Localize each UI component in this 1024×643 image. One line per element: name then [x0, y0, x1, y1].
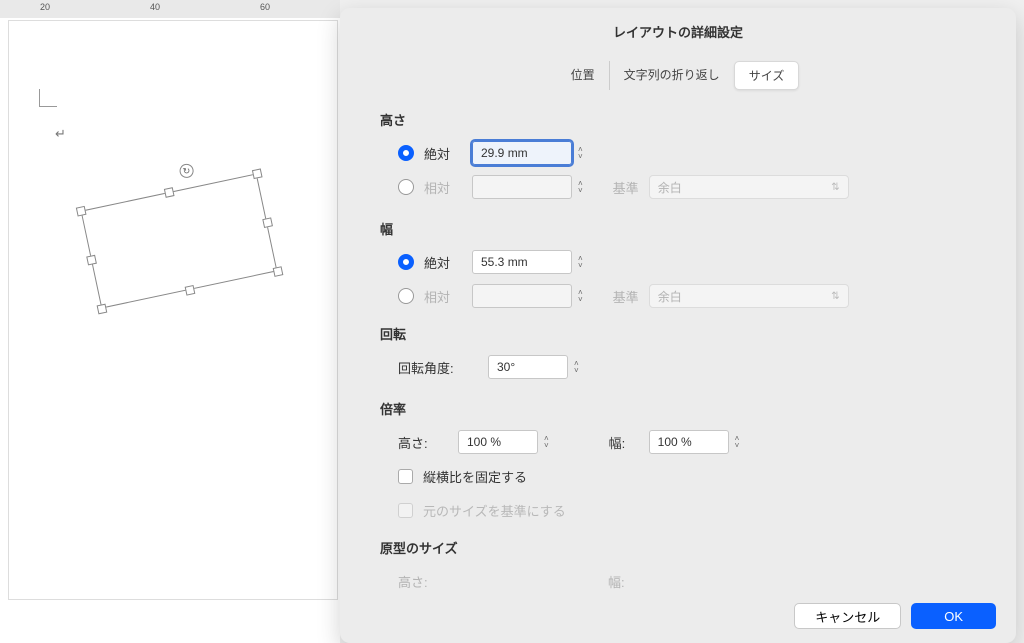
prototype-section-label: 原型のサイズ [380, 538, 986, 557]
height-relative-label: 相対 [424, 178, 472, 197]
proto-width-label: 幅: [608, 572, 648, 590]
resize-handle[interactable] [262, 217, 273, 228]
chevron-down-icon: ˅ [578, 296, 583, 303]
height-absolute-input[interactable] [472, 141, 572, 165]
height-base-label: 基準 [613, 178, 639, 197]
width-absolute-stepper[interactable]: ˄˅ [578, 255, 583, 269]
height-absolute-label: 絶対 [424, 144, 472, 163]
tab-position[interactable]: 位置 [557, 61, 609, 90]
chevron-down-icon: ˅ [544, 442, 549, 449]
tab-size[interactable]: サイズ [734, 61, 800, 90]
resize-handle[interactable] [97, 304, 108, 315]
height-relative-stepper: ˄˅ [578, 180, 583, 194]
scale-width-stepper[interactable]: ˄˅ [735, 435, 740, 449]
margin-corner-icon [39, 89, 57, 107]
scale-height-input[interactable] [458, 430, 538, 454]
scale-section-label: 倍率 [380, 399, 986, 418]
dialog-footer: キャンセル OK [340, 589, 1016, 643]
width-absolute-input[interactable] [472, 250, 572, 274]
lock-aspect-checkbox[interactable] [398, 469, 413, 484]
dialog-tabs: 位置 文字列の折り返し サイズ [340, 61, 1016, 90]
rotate-angle-stepper[interactable]: ˄˅ [574, 360, 579, 374]
height-absolute-stepper[interactable]: ˄˅ [578, 146, 583, 160]
rotate-section-label: 回転 [380, 324, 986, 343]
selected-shape[interactable]: ↻ [67, 152, 292, 331]
proto-height-label: 高さ: [398, 572, 458, 590]
chevron-down-icon: ˅ [578, 262, 583, 269]
chevron-updown-icon: ⇅ [831, 182, 839, 193]
canvas-area: 20 40 60 ↵ ↻ [0, 0, 340, 643]
original-size-checkbox [398, 503, 413, 518]
width-relative-label: 相対 [424, 287, 472, 306]
cancel-button[interactable]: キャンセル [794, 603, 901, 629]
chevron-down-icon: ˅ [578, 153, 583, 160]
width-absolute-label: 絶対 [424, 253, 472, 272]
width-base-label: 基準 [613, 287, 639, 306]
resize-handle[interactable] [76, 206, 87, 217]
height-relative-radio[interactable] [398, 179, 414, 195]
width-absolute-radio[interactable] [398, 254, 414, 270]
tab-wrap[interactable]: 文字列の折り返し [609, 61, 734, 90]
width-relative-stepper: ˄˅ [578, 289, 583, 303]
ruler-horizontal: 20 40 60 [0, 0, 340, 18]
lock-aspect-label: 縦横比を固定する [423, 467, 527, 486]
height-section-label: 高さ [380, 110, 986, 129]
chevron-down-icon: ˅ [574, 367, 579, 374]
resize-handle[interactable] [164, 187, 175, 198]
original-size-label: 元のサイズを基準にする [423, 501, 566, 520]
resize-handle[interactable] [273, 266, 284, 277]
chevron-down-icon: ˅ [578, 187, 583, 194]
rectangle-shape[interactable] [81, 173, 278, 308]
rotate-angle-input[interactable] [488, 355, 568, 379]
resize-handle[interactable] [252, 168, 263, 179]
scale-width-label: 幅: [609, 433, 649, 452]
dialog-content: 高さ 絶対 ˄˅ 相対 ˄˅ 基準 余白⇅ 幅 絶対 ˄˅ 相対 ˄˅ 基準 [340, 104, 1016, 589]
resize-handle[interactable] [185, 285, 196, 296]
height-base-select: 余白⇅ [649, 175, 849, 199]
rotate-handle[interactable]: ↻ [178, 163, 195, 180]
layout-advanced-dialog: レイアウトの詳細設定 位置 文字列の折り返し サイズ 高さ 絶対 ˄˅ 相対 ˄… [340, 8, 1016, 643]
height-relative-input [472, 175, 572, 199]
dialog-title: レイアウトの詳細設定 [340, 8, 1016, 51]
width-base-select: 余白⇅ [649, 284, 849, 308]
width-section-label: 幅 [380, 219, 986, 238]
ok-button[interactable]: OK [911, 603, 996, 629]
anchor-icon: ↵ [55, 126, 66, 142]
document-page[interactable]: ↵ ↻ [8, 20, 338, 600]
width-relative-radio[interactable] [398, 288, 414, 304]
resize-handle[interactable] [86, 255, 97, 266]
scale-height-stepper[interactable]: ˄˅ [544, 435, 549, 449]
scale-height-label: 高さ: [398, 433, 458, 452]
rotate-angle-label: 回転角度: [398, 358, 488, 377]
chevron-updown-icon: ⇅ [831, 291, 839, 302]
chevron-down-icon: ˅ [735, 442, 740, 449]
scale-width-input[interactable] [649, 430, 729, 454]
height-absolute-radio[interactable] [398, 145, 414, 161]
width-relative-input [472, 284, 572, 308]
